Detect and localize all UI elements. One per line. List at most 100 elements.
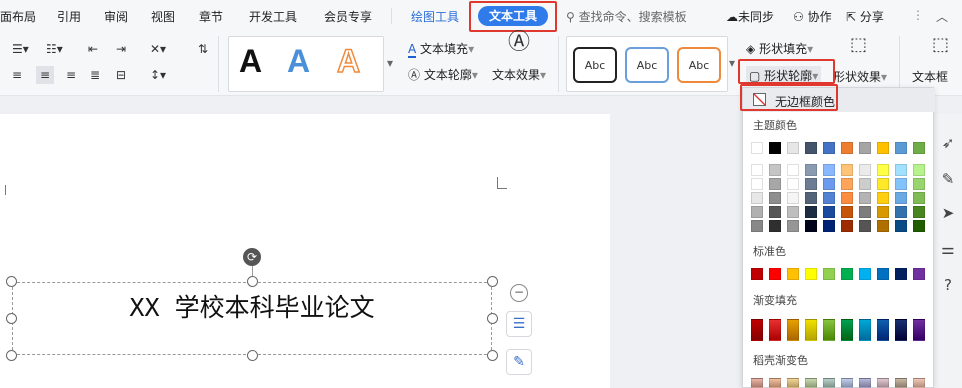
cursor-icon[interactable]: ➤ [934,204,962,222]
shape-gallery-more-icon[interactable]: ▾ [729,56,735,70]
tab-view[interactable]: 视图 [151,8,175,25]
theme-shade-swatch[interactable] [913,192,925,204]
theme-shade-swatch[interactable] [823,220,835,232]
shell-gradient-swatch[interactable] [751,378,763,388]
theme-shade-swatch[interactable] [841,164,853,176]
theme-shade-swatch[interactable] [895,206,907,218]
gradient-swatch[interactable] [823,319,835,341]
gradient-swatch[interactable] [841,319,853,341]
tab-drawing-tools[interactable]: 绘图工具 [411,8,459,25]
align-center-icon[interactable]: ≡ [36,66,55,84]
gradient-swatch[interactable] [787,319,799,341]
theme-shade-swatch[interactable] [859,220,871,232]
shell-gradient-swatch[interactable] [913,378,925,388]
settings-sliders-icon[interactable]: ⚌ [934,240,962,258]
more-icon[interactable]: ⋮ [912,8,924,22]
theme-shade-swatch[interactable] [787,178,799,190]
shape-style-gallery[interactable]: Abc Abc Abc [566,36,728,92]
chevron-up-icon[interactable]: ︿ [936,8,948,25]
tab-member[interactable]: 会员专享 [324,8,372,25]
theme-shade-swatch[interactable] [805,220,817,232]
bullet-list-icon[interactable]: ☰▾ [12,42,29,56]
standard-color-swatch[interactable] [877,268,889,280]
shape-effect-button[interactable]: 形状效果▾ [833,68,887,85]
theme-color-swatch[interactable] [895,142,907,154]
theme-shade-swatch[interactable] [751,206,763,218]
rotate-handle[interactable]: ⟳ [243,248,261,266]
theme-shade-swatch[interactable] [895,192,907,204]
rocket-icon[interactable]: ➶ [934,134,962,152]
resize-handle-sw[interactable] [6,350,17,361]
standard-color-swatch[interactable] [805,268,817,280]
tab-review[interactable]: 审阅 [104,8,128,25]
increase-indent-icon[interactable]: ⇥ [116,42,126,56]
resize-handle-ne[interactable] [487,276,498,287]
shape-style-blue[interactable]: Abc [625,47,669,83]
gradient-swatch[interactable] [805,319,817,341]
tab-page-layout[interactable]: 面布局 [0,8,36,25]
theme-shade-swatch[interactable] [841,178,853,190]
layout-options-icon[interactable]: ☰ [506,311,532,337]
gallery-more-icon[interactable]: ▾ [387,56,393,70]
theme-shade-swatch[interactable] [841,192,853,204]
text-style-gallery[interactable]: A A A [228,36,384,92]
theme-shade-swatch[interactable] [823,178,835,190]
shell-gradient-swatch[interactable] [823,378,835,388]
gradient-swatch[interactable] [877,319,889,341]
share-button[interactable]: ⇱ 分享 [846,8,884,25]
theme-shade-swatch[interactable] [787,192,799,204]
theme-color-swatch[interactable] [823,142,835,154]
theme-shade-swatch[interactable] [859,164,871,176]
theme-shade-swatch[interactable] [913,164,925,176]
help-icon[interactable]: ? [934,276,962,294]
standard-color-swatch[interactable] [859,268,871,280]
standard-color-swatch[interactable] [895,268,907,280]
standard-color-swatch[interactable] [751,268,763,280]
shell-gradient-swatch[interactable] [769,378,781,388]
resize-handle-se[interactable] [487,350,498,361]
textbox-button[interactable]: 文本框 [912,68,948,85]
theme-shade-swatch[interactable] [877,192,889,204]
theme-shade-swatch[interactable] [877,206,889,218]
theme-shade-swatch[interactable] [841,206,853,218]
shell-gradient-swatch[interactable] [787,378,799,388]
theme-color-swatch[interactable] [805,142,817,154]
shape-style-orange[interactable]: Abc [677,47,721,83]
text-style-blue[interactable]: A [287,43,310,80]
sync-status[interactable]: ☁未同步 [726,8,774,25]
theme-shade-swatch[interactable] [877,164,889,176]
collapse-icon[interactable]: − [510,284,528,302]
text-fill-button[interactable]: A 文本填充▾ [408,40,474,58]
theme-color-swatch[interactable] [841,142,853,154]
document-title[interactable]: XX 学校本科毕业论文 [12,288,492,324]
theme-shade-swatch[interactable] [823,192,835,204]
theme-color-swatch[interactable] [769,142,781,154]
theme-shade-swatch[interactable] [769,164,781,176]
shell-gradient-swatch[interactable] [805,378,817,388]
theme-shade-swatch[interactable] [769,192,781,204]
theme-shade-swatch[interactable] [895,164,907,176]
collab-button[interactable]: ⚇ 协作 [793,8,832,25]
numbered-list-icon[interactable]: ☷▾ [46,42,63,56]
theme-shade-swatch[interactable] [895,178,907,190]
theme-shade-swatch[interactable] [787,206,799,218]
shape-fill-button[interactable]: ◈ 形状填充▾ [746,40,813,57]
standard-color-swatch[interactable] [787,268,799,280]
theme-shade-swatch[interactable] [877,220,889,232]
theme-shade-swatch[interactable] [859,178,871,190]
theme-shade-swatch[interactable] [859,206,871,218]
gradient-swatch[interactable] [895,319,907,341]
standard-color-swatch[interactable] [823,268,835,280]
decrease-indent-icon[interactable]: ⇤ [88,42,98,56]
edit-icon[interactable]: ✎ [934,170,962,188]
standard-color-swatch[interactable] [841,268,853,280]
theme-shade-swatch[interactable] [859,192,871,204]
theme-color-swatch[interactable] [787,142,799,154]
theme-shade-swatch[interactable] [895,220,907,232]
theme-color-swatch[interactable] [877,142,889,154]
shell-gradient-swatch[interactable] [895,378,907,388]
shell-gradient-swatch[interactable] [859,378,871,388]
shell-gradient-swatch[interactable] [877,378,889,388]
resize-handle-n[interactable] [247,276,258,287]
resize-handle-s[interactable] [247,350,258,361]
